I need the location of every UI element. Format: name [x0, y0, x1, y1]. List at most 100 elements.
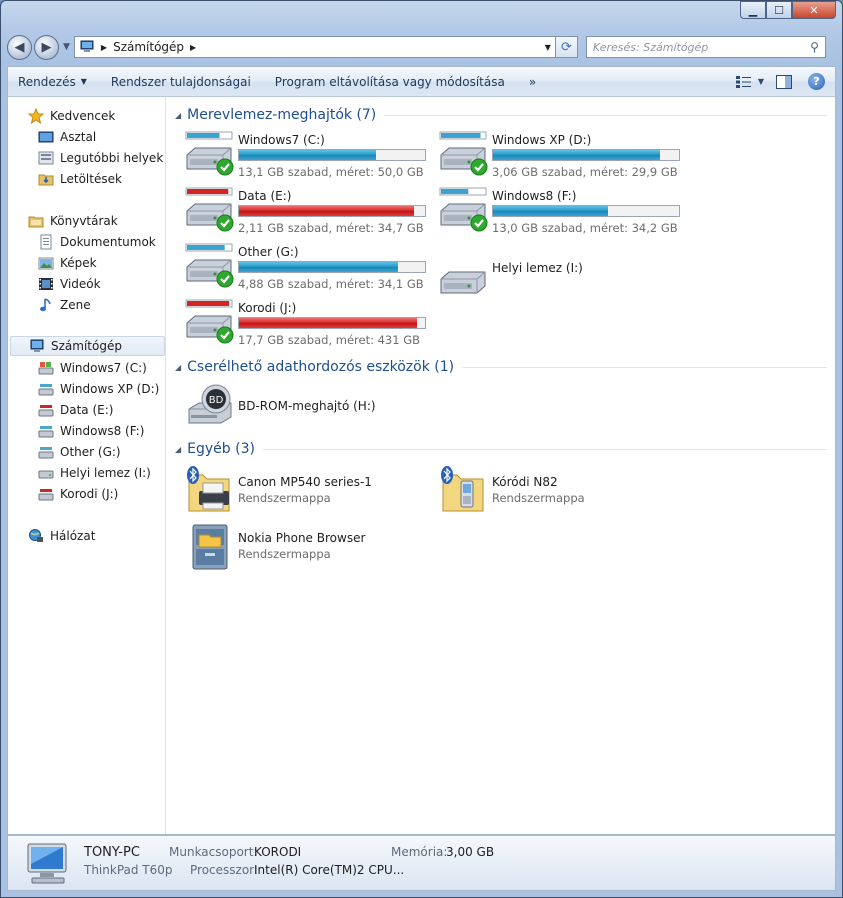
back-button[interactable]: ◀: [7, 34, 32, 60]
group-divider: [462, 366, 827, 368]
maximize-button[interactable]: ☐: [766, 1, 792, 19]
address-dropdown-icon[interactable]: ▼: [545, 43, 551, 52]
recent-pages-dropdown-icon[interactable]: ▼: [63, 42, 70, 52]
sidebar-label: Zene: [60, 298, 91, 312]
sidebar-item-drive-c[interactable]: Windows7 (C:): [38, 358, 147, 378]
sidebar-item-computer[interactable]: Számítógép: [10, 336, 165, 356]
system-properties-button[interactable]: Rendszer tulajdonságai: [111, 75, 251, 89]
drive-name: Data (E:): [238, 189, 292, 203]
nokia-phone-browser-item[interactable]: Nokia Phone Browser Rendszermappa: [185, 521, 425, 573]
sidebar-item-pictures[interactable]: Képek: [38, 253, 97, 273]
preview-pane-icon[interactable]: [774, 73, 794, 91]
hard-drive-icon: [185, 187, 234, 232]
sidebar-item-music[interactable]: Zene: [38, 295, 91, 315]
hard-drive-icon: [185, 299, 234, 344]
sidebar-label: Számítógép: [51, 339, 122, 353]
sidebar-label: Windows7 (C:): [60, 361, 147, 375]
help-icon[interactable]: ?: [808, 73, 825, 90]
hard-drive-icon: [38, 402, 54, 418]
libraries-icon: [28, 213, 44, 229]
drive-usage-bar: [238, 317, 426, 329]
collapse-triangle-icon[interactable]: ◢: [175, 363, 181, 372]
bd-rom-drive-icon: BD: [188, 384, 232, 424]
view-dropdown-icon[interactable]: ▼: [758, 77, 764, 86]
view-options-icon[interactable]: [734, 73, 754, 91]
videos-icon: [38, 276, 54, 292]
group-title: Merevlemez-meghajtók (7): [187, 107, 377, 123]
drive-tile[interactable]: Data (E:) 2,11 GB szabad, méret: 34,7 GB: [185, 187, 435, 239]
hard-drive-icon: [38, 381, 54, 397]
command-bar: Rendezés ▼ Rendszer tulajdonságai Program…: [7, 66, 836, 97]
navigation-pane: Kedvencek Asztal Legutóbbi helyek Letölt…: [8, 97, 166, 834]
drive-tile[interactable]: Windows7 (C:) 13,1 GB szabad, méret: 50,0…: [185, 131, 435, 183]
content-area: Kedvencek Asztal Legutóbbi helyek Letölt…: [7, 97, 836, 835]
drive-usage-bar: [238, 261, 426, 273]
group-divider: [262, 448, 827, 450]
sidebar-label: Helyi lemez (I:): [60, 466, 151, 480]
search-icon[interactable]: ⚲: [810, 40, 819, 54]
sidebar-label: Korodi (J:): [60, 487, 119, 501]
computer-icon: [27, 843, 67, 884]
title-bar[interactable]: ▁ ☐ ✕: [1, 1, 842, 29]
drive-name: Windows8 (F:): [492, 189, 577, 203]
sidebar-item-documents[interactable]: Dokumentumok: [38, 232, 156, 252]
sidebar-item-drive-j[interactable]: Korodi (J:): [38, 484, 118, 504]
downloads-folder-icon: [38, 171, 54, 187]
group-header-removable[interactable]: ◢ Cserélhető adathordozós eszközök (1): [175, 357, 827, 377]
drive-tile[interactable]: Other (G:) 4,88 GB szabad, méret: 34,1 GB: [185, 243, 435, 295]
group-header-other[interactable]: ◢ Egyéb (3): [175, 439, 827, 459]
bd-rom-drive[interactable]: BD BD-ROM-meghajtó (H:): [185, 383, 425, 435]
sidebar-label: Letöltések: [60, 172, 122, 186]
drive-tile[interactable]: Windows8 (F:) 13,0 GB szabad, méret: 34,2…: [439, 187, 689, 239]
search-input[interactable]: Keresés: Számítógép ⚲: [585, 36, 826, 58]
refresh-icon[interactable]: ⟳: [555, 36, 578, 58]
sidebar-item-network[interactable]: Hálózat: [28, 526, 95, 546]
sidebar-item-libraries[interactable]: Könyvtárak: [28, 211, 118, 231]
breadcrumb-separator-icon[interactable]: ▶: [101, 43, 107, 52]
hard-drive-icon: [439, 187, 488, 232]
group-title: Egyéb (3): [187, 441, 255, 457]
uninstall-program-button[interactable]: Program eltávolítása vagy módosítása: [275, 75, 505, 89]
item-type: Rendszermappa: [238, 491, 331, 505]
item-type: Rendszermappa: [492, 491, 585, 505]
sidebar-item-videos[interactable]: Videók: [38, 274, 101, 294]
drive-usage-fill: [493, 150, 661, 160]
navigation-bar: ◀ ▶ ▼ ▶ Számítógép ▶ ▼ ⟳ Keresés: Számít…: [7, 33, 834, 61]
sidebar-label: Kedvencek: [50, 109, 116, 123]
drive-name: Other (G:): [238, 245, 299, 259]
more-commands-button[interactable]: »: [529, 75, 536, 89]
canon-printer-item[interactable]: Canon MP540 series-1 Rendszermappa: [185, 465, 425, 517]
drive-usage-bar: [492, 205, 680, 217]
organize-button[interactable]: Rendezés ▼: [18, 75, 87, 89]
sidebar-item-recent-places[interactable]: Legutóbbi helyek: [38, 148, 163, 168]
korodi-n82-item[interactable]: Kóródi N82 Rendszermappa: [439, 465, 679, 517]
sidebar-label: Asztal: [60, 130, 97, 144]
address-bar[interactable]: ▶ Számítógép ▶ ▼: [73, 36, 556, 58]
drive-name: Helyi lemez (I:): [492, 261, 583, 275]
item-name: Kóródi N82: [492, 475, 558, 489]
collapse-triangle-icon[interactable]: ◢: [175, 111, 181, 120]
sidebar-label: Hálózat: [50, 529, 96, 543]
sidebar-item-downloads[interactable]: Letöltések: [38, 169, 122, 189]
sidebar-item-favorites[interactable]: Kedvencek: [27, 106, 116, 126]
sidebar-item-drive-e[interactable]: Data (E:): [38, 400, 113, 420]
forward-button[interactable]: ▶: [34, 34, 59, 60]
sidebar-item-desktop[interactable]: Asztal: [38, 127, 96, 147]
sidebar-label: Könyvtárak: [50, 214, 118, 228]
group-header-hard-drives[interactable]: ◢ Merevlemez-meghajtók (7): [175, 105, 827, 125]
minimize-button[interactable]: ▁: [740, 1, 766, 19]
sidebar-item-drive-g[interactable]: Other (G:): [38, 442, 121, 462]
hard-drive-windows-icon: [38, 360, 54, 376]
close-button[interactable]: ✕: [792, 1, 836, 19]
breadcrumb-separator-icon[interactable]: ▶: [190, 43, 196, 52]
drive-tile[interactable]: Helyi lemez (I:): [439, 243, 689, 295]
item-name: Canon MP540 series-1: [238, 475, 372, 489]
sidebar-item-drive-d[interactable]: Windows XP (D:): [38, 379, 159, 399]
drive-tile[interactable]: Korodi (J:) 17,7 GB szabad, méret: 431 GB: [185, 299, 435, 351]
breadcrumb-computer[interactable]: Számítógép: [113, 40, 184, 54]
hard-drive-icon: [38, 486, 54, 502]
sidebar-item-drive-f[interactable]: Windows8 (F:): [38, 421, 144, 441]
drive-tile[interactable]: Windows XP (D:) 3,06 GB szabad, méret: 29…: [439, 131, 689, 183]
sidebar-item-drive-i[interactable]: Helyi lemez (I:): [38, 463, 151, 483]
collapse-triangle-icon[interactable]: ◢: [175, 445, 181, 454]
